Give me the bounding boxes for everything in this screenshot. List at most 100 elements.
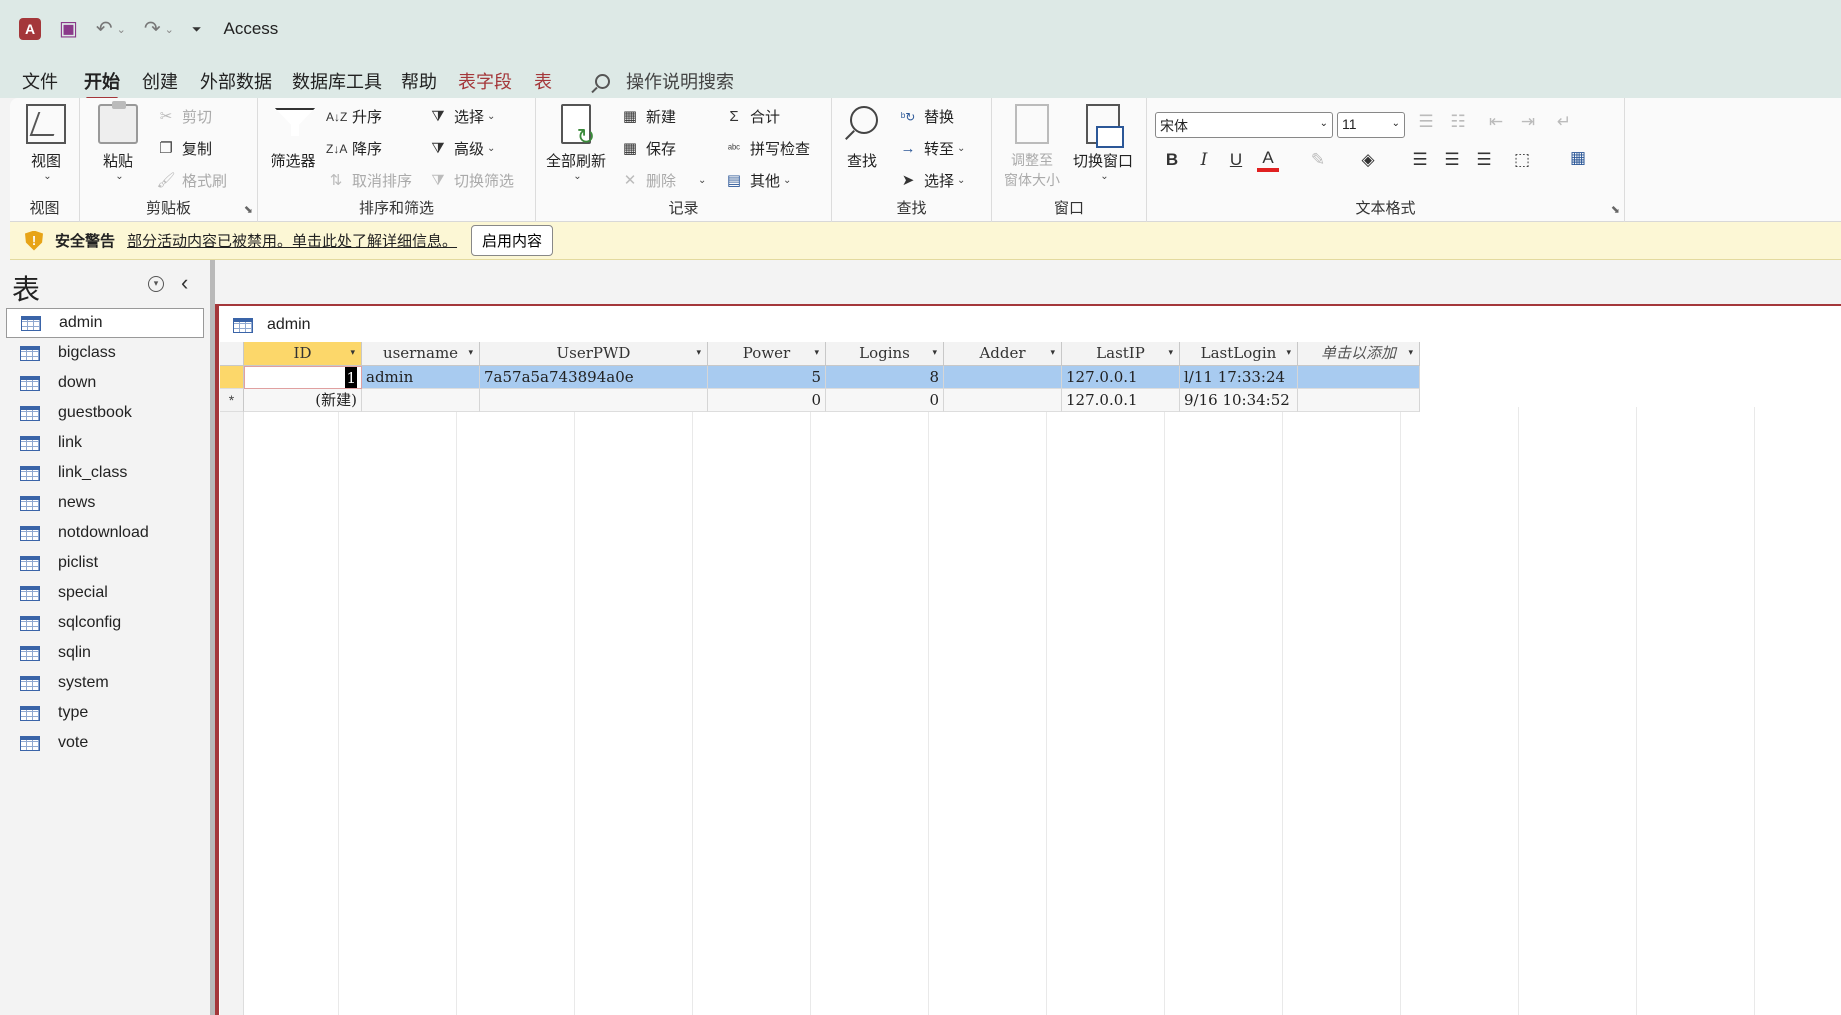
delete-record-button[interactable]: ✕ 删除 ⌄ — [620, 170, 707, 191]
column-header-power[interactable]: Power ▾ — [708, 342, 826, 366]
align-left-icon[interactable]: ☰ — [1409, 150, 1431, 170]
totals-button[interactable]: Σ 合计 — [724, 106, 780, 127]
column-dropdown-icon[interactable]: ▾ — [468, 342, 473, 365]
tab-external-data[interactable]: 外部数据 — [200, 68, 272, 94]
nav-item-type[interactable]: type — [6, 698, 204, 728]
nav-item-bigclass[interactable]: bigclass — [6, 338, 204, 368]
bullets-icon[interactable]: ☰ — [1415, 112, 1437, 132]
cell-username[interactable]: admin — [362, 366, 480, 389]
record-selector[interactable] — [220, 366, 244, 389]
column-dropdown-icon[interactable]: ▾ — [1408, 342, 1413, 365]
column-header-username[interactable]: username ▾ — [362, 342, 480, 366]
switch-windows-button[interactable]: 切换窗口 ⌄ — [1070, 104, 1136, 182]
save-record-button[interactable]: ▦ 保存 — [620, 138, 676, 159]
alternate-row-color-icon[interactable]: ⬚ — [1511, 150, 1533, 170]
numbering-icon[interactable]: ☷ — [1447, 112, 1469, 132]
nav-item-notdownload[interactable]: notdownload — [6, 518, 204, 548]
column-dropdown-icon[interactable]: ▾ — [696, 342, 701, 365]
tab-help[interactable]: 帮助 — [401, 68, 437, 94]
tab-table-fields[interactable]: 表字段 — [458, 68, 512, 94]
nav-item-piclist[interactable]: piclist — [6, 548, 204, 578]
select-button[interactable]: ➤ 选择 ⌄ — [898, 170, 966, 191]
column-header-id[interactable]: ID ▾ — [244, 342, 362, 366]
fit-to-window-button[interactable]: 调整至 窗体大小 — [1000, 104, 1064, 190]
bold-button[interactable]: B — [1161, 150, 1183, 170]
cell-userpwd[interactable]: 7a57a5a743894a0e — [480, 366, 708, 389]
gridlines-icon[interactable]: ▦ — [1567, 148, 1589, 168]
sort-descending-button[interactable]: Z↓A 降序 — [326, 138, 382, 159]
paste-button[interactable]: 粘贴 ⌄ — [96, 101, 140, 182]
nav-item-down[interactable]: down — [6, 368, 204, 398]
cell-adder[interactable] — [944, 366, 1062, 389]
remove-sort-button[interactable]: ⇅ 取消排序 — [326, 170, 412, 191]
dialog-launcher-icon[interactable]: ⬊ — [244, 203, 253, 216]
cell-logins[interactable]: 0 — [826, 389, 944, 412]
nav-item-guestbook[interactable]: guestbook — [6, 398, 204, 428]
filter-button[interactable]: 筛选器 — [268, 104, 318, 171]
customize-qat-icon[interactable]: ⏷ — [192, 23, 202, 35]
dialog-launcher-icon[interactable]: ⬊ — [1611, 203, 1620, 216]
view-button[interactable]: 视图 ⌄ — [24, 104, 68, 182]
tab-home[interactable]: 开始 — [84, 68, 120, 100]
nav-pane-menu-icon[interactable]: ▾ — [148, 276, 164, 292]
font-size-select[interactable]: 11 ⌄ — [1337, 112, 1405, 138]
undo-icon[interactable]: ↶ — [96, 19, 113, 39]
refresh-all-button[interactable]: 全部刷新 ⌄ — [544, 104, 608, 182]
more-button[interactable]: ▤ 其他 ⌄ — [724, 170, 792, 191]
column-header-adder[interactable]: Adder ▾ — [944, 342, 1062, 366]
replace-button[interactable]: ᵇ↻ 替换 — [898, 106, 954, 127]
collapse-pane-icon[interactable]: ‹ — [181, 270, 188, 296]
italic-button[interactable]: I — [1193, 150, 1215, 170]
toggle-filter-button[interactable]: ⧩ 切换筛选 — [428, 170, 514, 191]
increase-indent-icon[interactable]: ⇥ — [1517, 112, 1539, 132]
highlight-icon[interactable]: ✎ — [1307, 150, 1329, 170]
cell-username[interactable] — [362, 389, 480, 412]
tab-database-tools[interactable]: 数据库工具 — [292, 68, 382, 94]
cell-lastip[interactable]: 127.0.0.1 — [1062, 389, 1180, 412]
font-name-select[interactable]: 宋体 ⌄ — [1155, 112, 1333, 138]
nav-item-vote[interactable]: vote — [6, 728, 204, 758]
new-record-marker[interactable]: * — [220, 389, 244, 412]
document-tab-admin[interactable]: admin — [219, 304, 1841, 344]
align-center-icon[interactable]: ☰ — [1441, 150, 1463, 170]
align-right-icon[interactable]: ☰ — [1473, 150, 1495, 170]
cell-click-to-add[interactable] — [1298, 366, 1420, 389]
cut-button[interactable]: ✂ 剪切 — [156, 106, 212, 127]
nav-item-admin[interactable]: admin — [6, 308, 204, 338]
column-dropdown-icon[interactable]: ▾ — [932, 342, 937, 365]
font-color-button[interactable]: A — [1257, 148, 1279, 172]
column-header-lastip[interactable]: LastIP ▾ — [1062, 342, 1180, 366]
underline-button[interactable]: U — [1225, 150, 1247, 170]
column-header-userpwd[interactable]: UserPWD ▾ — [480, 342, 708, 366]
copy-button[interactable]: ❐ 复制 — [156, 138, 212, 159]
column-header-lastlogin[interactable]: LastLogin ▾ — [1180, 342, 1298, 366]
nav-item-link[interactable]: link — [6, 428, 204, 458]
nav-item-special[interactable]: special — [6, 578, 204, 608]
table-row[interactable]: 1 admin 7a57a5a743894a0e 5 8 127.0.0.1 l… — [220, 366, 1420, 389]
decrease-indent-icon[interactable]: ⇤ — [1485, 112, 1507, 132]
cell-id[interactable]: 1 — [244, 366, 362, 389]
column-dropdown-icon[interactable]: ▾ — [1168, 342, 1173, 365]
column-header-click-to-add[interactable]: 单击以添加 ▾ — [1298, 342, 1420, 366]
advanced-filter-button[interactable]: ⧩ 高级 ⌄ — [428, 138, 495, 159]
table-row-new[interactable]: * (新建) 0 0 127.0.0.1 9/16 10:34:52 — [220, 389, 1420, 412]
cell-lastip[interactable]: 127.0.0.1 — [1062, 366, 1180, 389]
cell-click-to-add[interactable] — [1298, 389, 1420, 412]
undo-dropdown-icon[interactable]: ⌄ — [117, 23, 126, 36]
nav-item-link-class[interactable]: link_class — [6, 458, 204, 488]
cell-power[interactable]: 5 — [708, 366, 826, 389]
column-header-logins[interactable]: Logins ▾ — [826, 342, 944, 366]
tell-me-search[interactable]: 操作说明搜索 — [595, 68, 734, 94]
spelling-button[interactable]: ᵃᵇᶜ 拼写检查 — [724, 138, 810, 159]
redo-dropdown-icon[interactable]: ⌄ — [165, 23, 174, 36]
new-record-button[interactable]: ▦ 新建 — [620, 106, 676, 127]
goto-button[interactable]: → 转至 ⌄ — [898, 138, 966, 159]
select-all-corner[interactable] — [220, 342, 244, 366]
find-button[interactable]: 查找 — [840, 104, 884, 171]
nav-item-news[interactable]: news — [6, 488, 204, 518]
selection-filter-button[interactable]: ⧩ 选择 ⌄ — [428, 106, 495, 127]
cell-logins[interactable]: 8 — [826, 366, 944, 389]
column-dropdown-icon[interactable]: ▾ — [1286, 342, 1291, 365]
cell-power[interactable]: 0 — [708, 389, 826, 412]
sort-ascending-button[interactable]: A↓Z 升序 — [326, 106, 382, 127]
